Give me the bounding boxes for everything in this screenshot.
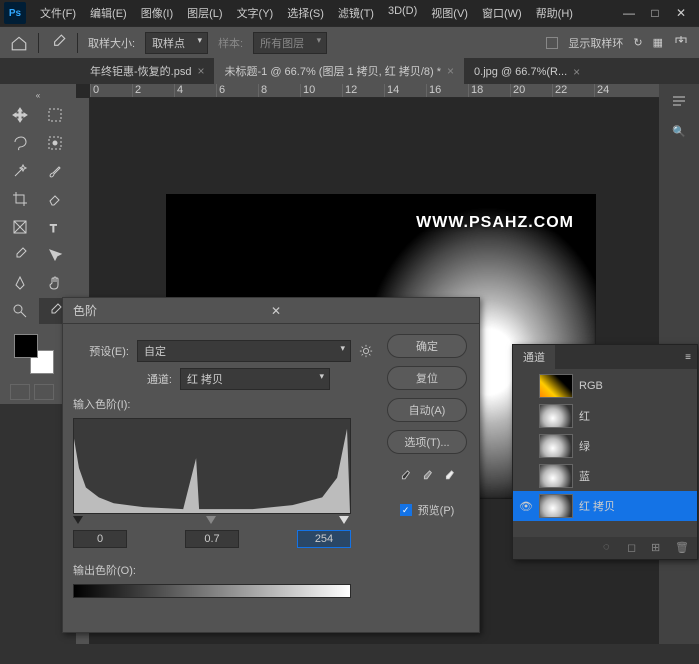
quick-select-tool[interactable] <box>39 130 71 156</box>
channel-rgb[interactable]: RGB <box>513 371 697 401</box>
preset-label: 预设(E): <box>73 343 129 359</box>
tab-close-icon[interactable]: × <box>447 64 454 78</box>
refresh-icon[interactable]: ↻ <box>633 36 642 49</box>
white-point-input[interactable] <box>297 530 351 548</box>
pen-tool[interactable] <box>4 270 36 296</box>
fg-color[interactable] <box>14 334 38 358</box>
menu-view[interactable]: 视图(V) <box>425 1 474 25</box>
maximize-icon[interactable]: □ <box>649 7 661 19</box>
menu-layer[interactable]: 图层(L) <box>181 1 228 25</box>
channels-tab[interactable]: 通道 <box>513 345 555 369</box>
auto-button[interactable]: 自动(A) <box>387 398 467 422</box>
brush-tool[interactable] <box>39 158 71 184</box>
menu-edit[interactable]: 编辑(E) <box>84 1 133 25</box>
ring-label: 显示取样环 <box>568 35 623 51</box>
sample-size-select[interactable]: 取样点 <box>145 32 208 54</box>
quickmask-icon[interactable] <box>10 384 30 400</box>
input-levels-label: 输入色阶(I): <box>73 396 373 412</box>
output-levels-label: 输出色阶(O): <box>73 562 373 578</box>
share-icon[interactable] <box>673 33 689 52</box>
color-swatch[interactable] <box>14 334 54 374</box>
levels-dialog: 色阶 ✕ 预设(E): 自定 通道: 红 拷贝 输入色阶(I): <box>62 297 480 633</box>
preview-label: 预览(P) <box>418 502 455 518</box>
menu-window[interactable]: 窗口(W) <box>476 1 528 25</box>
watermark-text: WWW.PSAHZ.COM <box>416 214 574 232</box>
grid-icon[interactable]: ▦ <box>653 36 663 49</box>
white-point-slider[interactable] <box>339 516 349 524</box>
type-tool[interactable]: T <box>39 214 71 240</box>
menu-help[interactable]: 帮助(H) <box>530 1 579 25</box>
eraser-tool[interactable] <box>39 186 71 212</box>
sample-select[interactable]: 所有图层 <box>253 32 327 54</box>
eyedropper-icon <box>49 34 67 52</box>
close-icon[interactable]: ✕ <box>675 7 687 19</box>
channel-label: 通道: <box>116 371 172 387</box>
black-point-slider[interactable] <box>73 516 83 524</box>
document-tab-3[interactable]: 0.jpg @ 66.7%(R...× <box>464 60 590 84</box>
new-channel-icon[interactable]: ⊞ <box>651 541 665 555</box>
hand-tool[interactable] <box>39 270 71 296</box>
zoom-tool[interactable] <box>4 298 36 324</box>
channel-red-copy[interactable]: 👁红 拷贝 <box>513 491 697 521</box>
delete-channel-icon[interactable]: 🗑 <box>675 541 689 555</box>
collapse-icon[interactable]: « <box>33 90 43 100</box>
lasso-tool[interactable] <box>4 130 36 156</box>
tab-close-icon[interactable]: × <box>573 65 580 79</box>
menu-select[interactable]: 选择(S) <box>281 1 330 25</box>
frame-tool[interactable] <box>4 214 36 240</box>
sample-size-label: 取样大小: <box>88 35 135 51</box>
options-button[interactable]: 选项(T)... <box>387 430 467 454</box>
cancel-button[interactable]: 复位 <box>387 366 467 390</box>
document-tab-1[interactable]: 年终钜惠-恢复的.psd× <box>80 58 214 84</box>
dialog-close-icon[interactable]: ✕ <box>271 304 469 318</box>
save-selection-icon[interactable]: ◻ <box>627 541 641 555</box>
move-tool[interactable] <box>4 102 36 128</box>
menu-image[interactable]: 图像(I) <box>135 1 179 25</box>
channel-blue[interactable]: 蓝 <box>513 461 697 491</box>
gray-dropper-icon[interactable] <box>420 470 434 484</box>
svg-text:T: T <box>50 223 57 235</box>
histogram[interactable] <box>73 418 351 514</box>
home-icon[interactable] <box>10 34 28 52</box>
magic-wand-tool[interactable] <box>4 158 36 184</box>
menu-3d[interactable]: 3D(D) <box>382 1 423 25</box>
load-selection-icon[interactable]: ◌ <box>603 541 617 555</box>
menu-file[interactable]: 文件(F) <box>34 1 82 25</box>
panel-toggle-icon[interactable] <box>668 90 690 112</box>
mid-point-slider[interactable] <box>206 516 216 524</box>
dialog-title: 色阶 <box>73 302 271 319</box>
channel-green[interactable]: 绿 <box>513 431 697 461</box>
channel-select[interactable]: 红 拷贝 <box>180 368 330 390</box>
ring-checkbox[interactable] <box>546 37 558 49</box>
ps-logo-icon: Ps <box>4 2 26 24</box>
mid-point-input[interactable] <box>185 530 239 548</box>
gear-icon[interactable] <box>359 344 373 358</box>
white-dropper-icon[interactable] <box>442 470 456 484</box>
tab-close-icon[interactable]: × <box>197 64 204 78</box>
ok-button[interactable]: 确定 <box>387 334 467 358</box>
channel-red[interactable]: 红 <box>513 401 697 431</box>
search-icon[interactable]: 🔍 <box>668 120 690 142</box>
sample-label: 样本: <box>218 35 243 51</box>
channels-panel: 通道 ≡ RGB 红 绿 蓝 👁红 拷贝 ◌ ◻ ⊞ 🗑 <box>512 344 698 560</box>
ruler-horizontal: 024681012141618202224 <box>90 84 659 98</box>
channels-menu-icon[interactable]: ≡ <box>685 352 691 363</box>
menu-filter[interactable]: 滤镜(T) <box>332 1 380 25</box>
menu-type[interactable]: 文字(Y) <box>231 1 280 25</box>
document-tab-2[interactable]: 未标题-1 @ 66.7% (图层 1 拷贝, 红 拷贝/8) *× <box>214 58 464 84</box>
eye-icon[interactable]: 👁 <box>519 500 533 513</box>
marquee-tool[interactable] <box>39 102 71 128</box>
black-dropper-icon[interactable] <box>398 470 412 484</box>
black-point-input[interactable] <box>73 530 127 548</box>
screenmode-icon[interactable] <box>34 384 54 400</box>
preset-select[interactable]: 自定 <box>137 340 351 362</box>
output-gradient[interactable] <box>73 584 351 598</box>
path-tool[interactable] <box>39 242 71 268</box>
eyedropper-tool[interactable] <box>4 242 36 268</box>
preview-checkbox[interactable]: ✓ <box>400 504 412 516</box>
minimize-icon[interactable]: — <box>623 7 635 19</box>
crop-tool[interactable] <box>4 186 36 212</box>
